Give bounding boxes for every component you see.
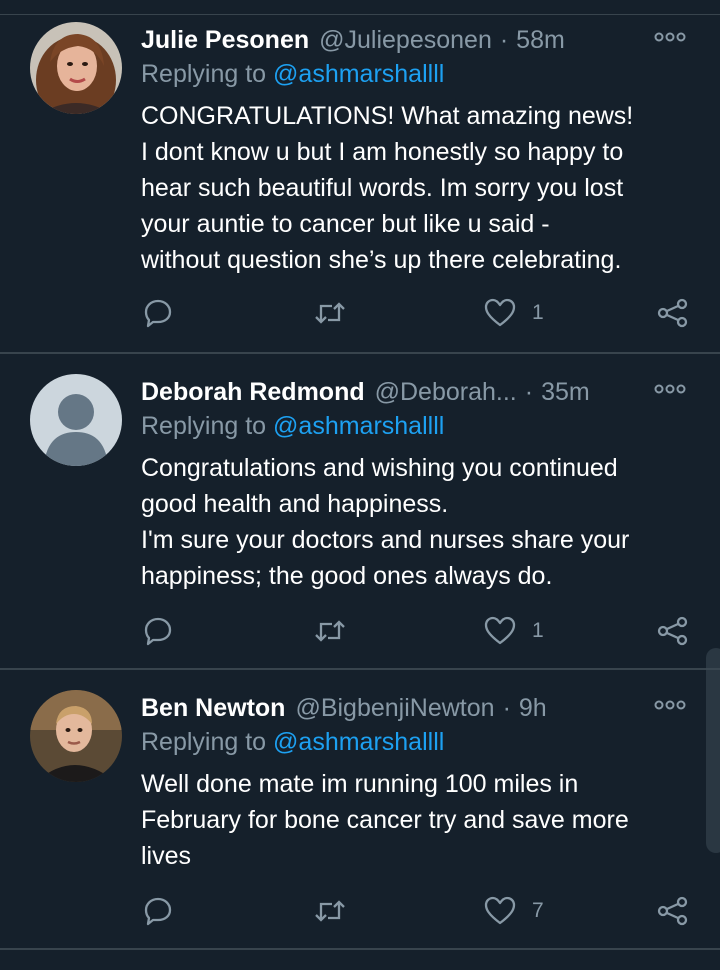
- tweet-text: Congratulations and wishing you continue…: [141, 450, 701, 594]
- separator-dot: ·: [524, 377, 534, 406]
- tweet-text-line: your auntie to cancer but like u said -: [141, 210, 550, 238]
- retweet-button[interactable]: [312, 298, 348, 328]
- avatar[interactable]: [30, 690, 122, 782]
- reply-icon: [144, 617, 172, 646]
- tweet-text-line: Well done mate im running 100 miles in: [141, 770, 579, 798]
- share-button[interactable]: [657, 298, 689, 328]
- tweet-text-line: CONGRATULATIONS! What amazing news!: [141, 102, 634, 130]
- reply-mention[interactable]: @ashmarshallll: [273, 728, 444, 756]
- reply-icon: [144, 897, 172, 926]
- like-button[interactable]: 1: [484, 298, 544, 328]
- tweet-deborah-redmond[interactable]: Deborah Redmond @Deborah... · 35m Replyi…: [0, 374, 720, 668]
- more-icon[interactable]: [654, 30, 686, 49]
- like-button[interactable]: 7: [484, 896, 544, 926]
- replying-label: Replying to: [141, 728, 267, 756]
- like-count: 1: [532, 301, 544, 324]
- tweet-header: Ben Newton @BigbenjiNewton · 9h: [141, 690, 547, 726]
- like-icon: [484, 298, 516, 327]
- avatar[interactable]: [30, 374, 122, 466]
- tweet-text-line: hear such beautiful words. Im sorry you …: [141, 174, 624, 202]
- timestamp[interactable]: 58m: [516, 26, 565, 55]
- replying-to: Replying to @ashmarshallll: [141, 60, 444, 89]
- replying-label: Replying to: [141, 60, 267, 88]
- tweet-text-line: good health and happiness.: [141, 490, 449, 518]
- like-count: 7: [532, 899, 544, 922]
- tweet-actions: 1: [0, 298, 720, 338]
- author-name[interactable]: Ben Newton: [141, 694, 285, 723]
- timestamp[interactable]: 9h: [519, 694, 547, 723]
- separator-dot: ·: [499, 25, 509, 54]
- tweet-text-line: lives: [141, 842, 192, 870]
- retweet-button[interactable]: [312, 616, 348, 646]
- share-button[interactable]: [657, 896, 689, 926]
- share-icon: [657, 298, 688, 328]
- tweet-divider: [0, 352, 720, 354]
- top-divider: [0, 0, 720, 15]
- tweet-text-line: without question she’s up there celebrat…: [141, 246, 622, 274]
- retweet-icon: [315, 302, 345, 324]
- reply-mention[interactable]: @ashmarshallll: [273, 412, 444, 440]
- share-icon: [657, 896, 688, 926]
- author-name[interactable]: Julie Pesonen: [141, 26, 309, 55]
- replying-label: Replying to: [141, 412, 267, 440]
- scrollbar-thumb[interactable]: [706, 648, 720, 853]
- tweet-text-line: I'm sure your doctors and nurses share y…: [141, 526, 630, 554]
- retweet-button[interactable]: [312, 896, 348, 926]
- tweet-header: Deborah Redmond @Deborah... · 35m: [141, 374, 590, 410]
- like-icon: [484, 896, 516, 925]
- more-icon[interactable]: [654, 698, 686, 717]
- reply-button[interactable]: [143, 896, 173, 926]
- tweet-text-line: Congratulations and wishing you continue…: [141, 454, 618, 482]
- timestamp[interactable]: 35m: [541, 378, 590, 407]
- share-button[interactable]: [657, 616, 689, 646]
- tweet-text: Well done mate im running 100 miles in F…: [141, 766, 701, 874]
- tweet-text-line: happiness; the good ones always do.: [141, 562, 553, 590]
- author-handle[interactable]: @Deborah...: [375, 378, 517, 407]
- separator-dot: ·: [502, 693, 511, 722]
- tweet-actions: 7: [0, 896, 720, 936]
- tweet-actions: 1: [0, 616, 720, 656]
- reply-mention[interactable]: @ashmarshallll: [273, 60, 444, 88]
- author-handle[interactable]: @BigbenjiNewton: [295, 694, 494, 723]
- replying-to: Replying to @ashmarshallll: [141, 728, 444, 757]
- replying-to: Replying to @ashmarshallll: [141, 412, 444, 441]
- share-icon: [657, 616, 688, 646]
- author-handle[interactable]: @Juliepesonen: [319, 26, 492, 55]
- retweet-icon: [315, 620, 345, 642]
- tweet-text-line: I dont know u but I am honestly so happy…: [141, 138, 624, 166]
- like-count: 1: [532, 619, 544, 642]
- like-button[interactable]: 1: [484, 616, 544, 646]
- author-name[interactable]: Deborah Redmond: [141, 378, 365, 407]
- tweet-ben-newton[interactable]: Ben Newton @BigbenjiNewton · 9h Replying…: [0, 690, 720, 948]
- tweet-text: CONGRATULATIONS! What amazing news! I do…: [141, 98, 701, 278]
- avatar[interactable]: [30, 22, 122, 114]
- retweet-icon: [315, 900, 345, 922]
- reply-button[interactable]: [143, 616, 173, 646]
- tweet-divider: [0, 668, 720, 670]
- tweet-header: Julie Pesonen @Juliepesonen · 58m: [141, 22, 565, 58]
- like-icon: [484, 616, 516, 645]
- more-icon[interactable]: [654, 382, 686, 401]
- reply-button[interactable]: [143, 298, 173, 328]
- tweet-text-line: February for bone cancer try and save mo…: [141, 806, 629, 834]
- reply-icon: [144, 299, 172, 328]
- tweet-divider: [0, 948, 720, 950]
- tweet-julie-pesonen[interactable]: Julie Pesonen @Juliepesonen · 58m Replyi…: [0, 22, 720, 352]
